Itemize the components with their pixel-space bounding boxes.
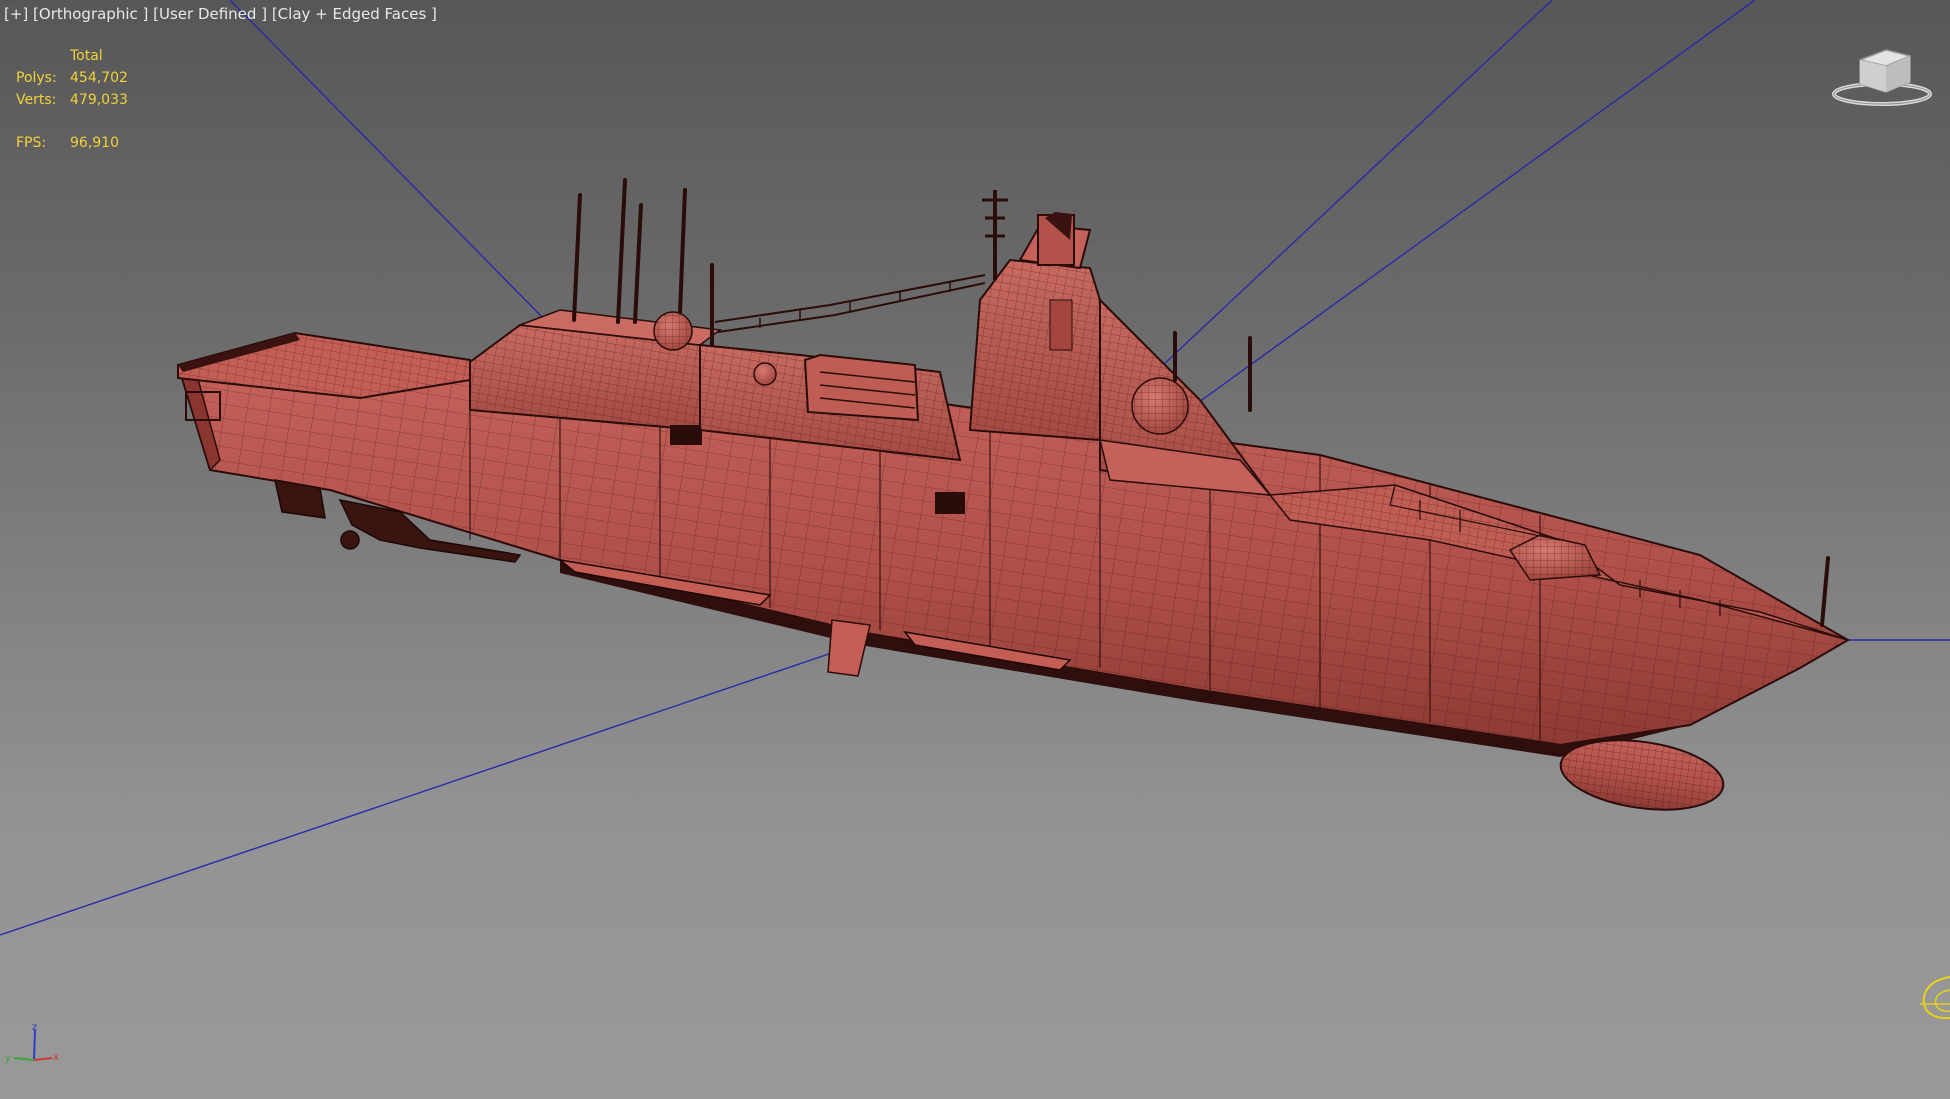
verts-label: Verts: (16, 92, 57, 108)
fps-value: 96,910 (70, 135, 119, 151)
polys-label: Polys: (16, 70, 57, 86)
verts-value: 479,033 (70, 92, 128, 108)
stats-header: Total (70, 48, 103, 64)
axis-tripod-icon: z x y (5, 1022, 59, 1064)
viewcube-icon[interactable] (1828, 44, 1936, 114)
axis-z-label: z (32, 1022, 37, 1033)
polys-value: 454,702 (70, 70, 128, 86)
ship-model-scene[interactable] (0, 0, 1950, 1099)
viewport-label[interactable]: [+] [Orthographic ] [User Defined ] [Cla… (4, 5, 437, 23)
axis-x-label: x (53, 1052, 59, 1063)
light-gizmo-icon[interactable] (1916, 972, 1950, 1032)
3d-viewport[interactable]: [+] [Orthographic ] [User Defined ] [Cla… (0, 0, 1950, 1099)
cable-span (714, 274, 986, 333)
fps-label: FPS: (16, 135, 47, 151)
axis-y-label: y (5, 1053, 11, 1064)
